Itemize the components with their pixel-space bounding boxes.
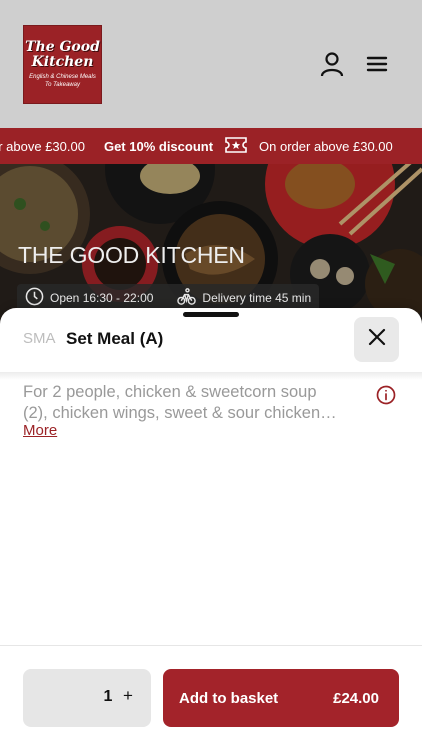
logo-title-line1: The Good: [25, 39, 100, 55]
item-price: £24.00: [333, 690, 379, 707]
promo-discount-text: Get 10% discount: [103, 138, 214, 154]
app-header: The Good Kitchen English & Chinese Meals…: [0, 0, 422, 128]
increase-quantity-button[interactable]: +: [121, 686, 135, 706]
close-icon: [368, 328, 386, 351]
add-to-basket-button[interactable]: Add to basket £24.00: [163, 669, 399, 727]
delivery-time: Delivery time 45 min: [202, 291, 312, 305]
restaurant-name: THE GOOD KITCHEN: [18, 242, 245, 268]
footer-divider: [0, 645, 422, 646]
more-link[interactable]: More: [23, 422, 57, 439]
restaurant-logo[interactable]: The Good Kitchen English & Chinese Meals…: [23, 25, 102, 104]
logo-subtitle-line1: English & Chinese Meals: [29, 74, 96, 80]
logo-subtitle-line2: To Takeaway: [45, 82, 80, 88]
item-sku: SMA: [23, 330, 56, 347]
bike-icon: [177, 287, 202, 309]
item-description-line1: For 2 people, chicken & sweetcorn soup: [23, 383, 317, 401]
info-icon[interactable]: [376, 385, 396, 405]
hero-banner: THE GOOD KITCHEN Open 16:30 - 22:00 Deli…: [0, 164, 422, 324]
close-button[interactable]: [354, 317, 399, 362]
item-description-line2: (2), chicken wings, sweet & sour chicken…: [23, 404, 337, 422]
quantity-value: 1: [103, 688, 113, 705]
item-description: For 2 people, chicken & sweetcorn soup (…: [23, 382, 373, 424]
sheet-header: SMA Set Meal (A): [0, 308, 422, 372]
quantity-stepper: 1 +: [23, 669, 151, 727]
logo-title-line2: Kitchen: [31, 54, 94, 70]
sheet-divider: [0, 372, 422, 380]
hamburger-menu-icon[interactable]: [363, 50, 391, 78]
clock-icon: [25, 287, 50, 309]
item-name: Set Meal (A): [66, 329, 164, 348]
promo-text-right: On order above £30.00: [259, 138, 393, 154]
open-hours: Open 16:30 - 22:00: [50, 291, 154, 305]
promo-banner: er above £30.00 Get 10% discount On orde…: [0, 128, 422, 164]
add-to-basket-label: Add to basket: [179, 690, 279, 707]
ticket-star-icon: [224, 136, 248, 157]
user-icon[interactable]: [318, 50, 346, 78]
promo-text-left: er above £30.00: [0, 138, 85, 154]
